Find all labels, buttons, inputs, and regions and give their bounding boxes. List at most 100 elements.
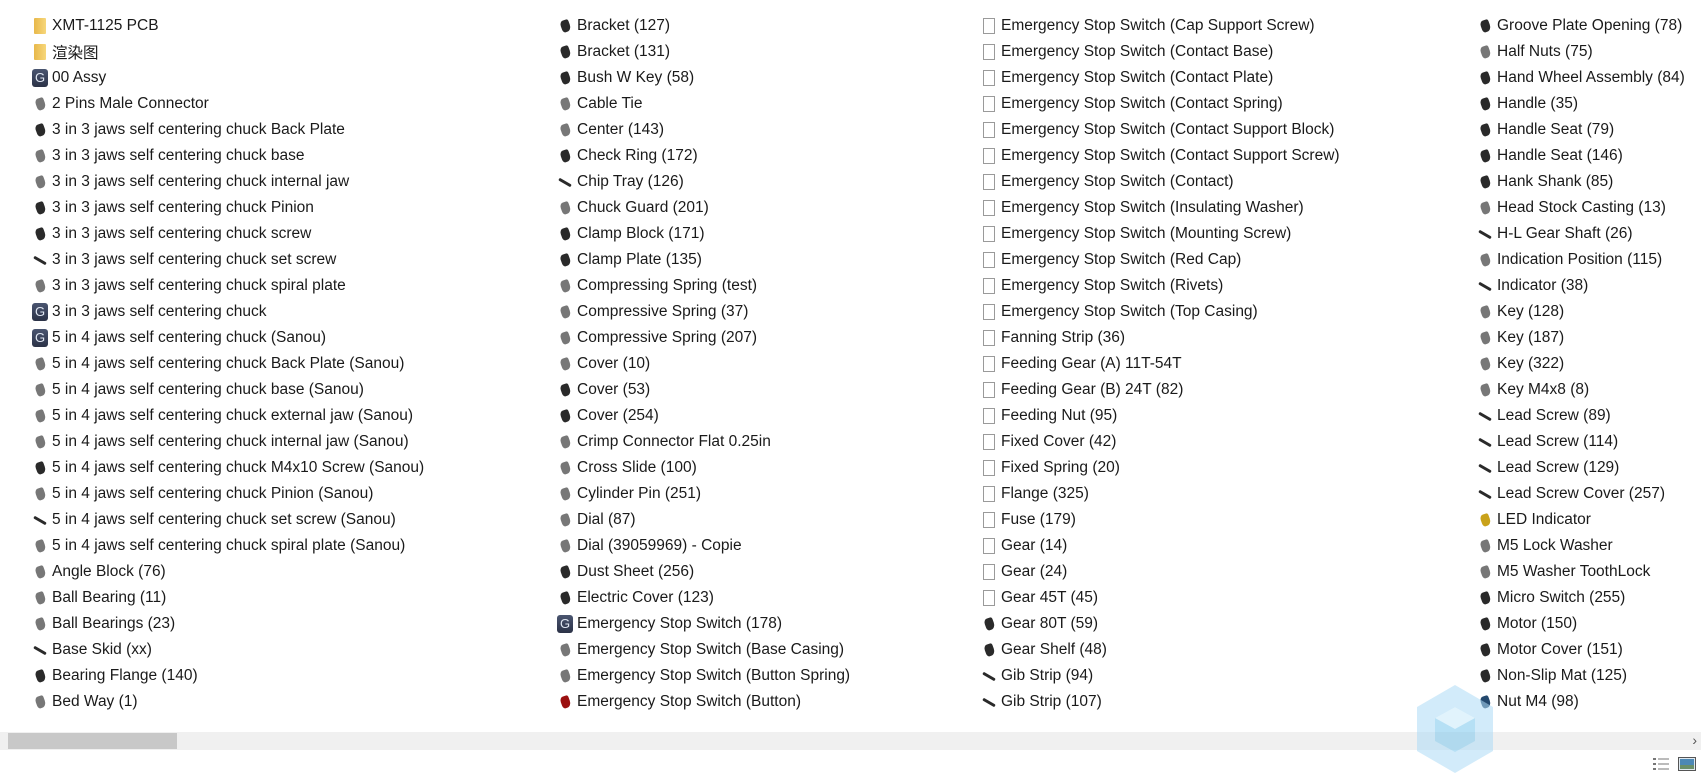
file-item[interactable]: Bracket (131) [557, 39, 850, 65]
file-item[interactable]: Gear Shelf (48) [981, 637, 1340, 663]
file-item[interactable]: Emergency Stop Switch (Rivets) [981, 273, 1340, 299]
file-item[interactable]: 3 in 3 jaws self centering chuck base [32, 143, 424, 169]
file-item[interactable]: Crimp Connector Flat 0.25in [557, 429, 850, 455]
file-item[interactable]: Half Nuts (75) [1477, 39, 1685, 65]
file-item[interactable]: Emergency Stop Switch (Base Casing) [557, 637, 850, 663]
file-item[interactable]: G Emergency Stop Switch (178) [557, 611, 850, 637]
file-item[interactable]: 渲染图 [32, 39, 424, 65]
file-item[interactable]: Nut M4 (98) [1477, 689, 1685, 715]
file-item[interactable]: Ball Bearing (11) [32, 585, 424, 611]
large-icons-view-icon[interactable] [1678, 756, 1696, 772]
file-item[interactable]: Bracket (127) [557, 13, 850, 39]
file-item[interactable]: Emergency Stop Switch (Button Spring) [557, 663, 850, 689]
file-item[interactable]: Bush W Key (58) [557, 65, 850, 91]
file-item[interactable]: Key (187) [1477, 325, 1685, 351]
file-item[interactable]: Hank Shank (85) [1477, 169, 1685, 195]
file-item[interactable]: Key (322) [1477, 351, 1685, 377]
file-item[interactable]: Clamp Block (171) [557, 221, 850, 247]
file-item[interactable]: Motor Cover (151) [1477, 637, 1685, 663]
file-item[interactable]: Lead Screw (89) [1477, 403, 1685, 429]
scroll-right-arrow-icon[interactable]: › [1692, 732, 1697, 748]
file-item[interactable]: M5 Lock Washer [1477, 533, 1685, 559]
file-item[interactable]: Lead Screw (114) [1477, 429, 1685, 455]
file-item[interactable]: Groove Plate Opening (78) [1477, 13, 1685, 39]
file-item[interactable]: Dial (87) [557, 507, 850, 533]
file-item[interactable]: Key M4x8 (8) [1477, 377, 1685, 403]
file-item[interactable]: 5 in 4 jaws self centering chuck base (S… [32, 377, 424, 403]
file-item[interactable]: Gear (14) [981, 533, 1340, 559]
scrollbar-thumb[interactable] [8, 733, 177, 749]
file-item[interactable]: XMT-1125 PCB [32, 13, 424, 39]
file-item[interactable]: 5 in 4 jaws self centering chuck Pinion … [32, 481, 424, 507]
file-item[interactable]: Gear 45T (45) [981, 585, 1340, 611]
file-item[interactable]: Emergency Stop Switch (Top Casing) [981, 299, 1340, 325]
file-item[interactable]: Cover (53) [557, 377, 850, 403]
file-item[interactable]: Flange (325) [981, 481, 1340, 507]
file-item[interactable]: Cable Tie [557, 91, 850, 117]
file-item[interactable]: Non-Slip Mat (125) [1477, 663, 1685, 689]
file-item[interactable]: Micro Switch (255) [1477, 585, 1685, 611]
file-item[interactable]: 5 in 4 jaws self centering chuck M4x10 S… [32, 455, 424, 481]
file-item[interactable]: Compressive Spring (37) [557, 299, 850, 325]
file-item[interactable]: Dust Sheet (256) [557, 559, 850, 585]
file-item[interactable]: G5 in 4 jaws self centering chuck (Sanou… [32, 325, 424, 351]
file-item[interactable]: Bed Way (1) [32, 689, 424, 715]
file-item[interactable]: Head Stock Casting (13) [1477, 195, 1685, 221]
file-item[interactable]: Gear 80T (59) [981, 611, 1340, 637]
file-item[interactable]: Emergency Stop Switch (Cap Support Screw… [981, 13, 1340, 39]
file-item[interactable]: Emergency Stop Switch (Insulating Washer… [981, 195, 1340, 221]
file-item[interactable]: Bearing Flange (140) [32, 663, 424, 689]
file-item[interactable]: Handle (35) [1477, 91, 1685, 117]
file-item[interactable]: Emergency Stop Switch (Contact) [981, 169, 1340, 195]
file-item[interactable]: Fuse (179) [981, 507, 1340, 533]
file-item[interactable]: 3 in 3 jaws self centering chuck interna… [32, 169, 424, 195]
file-item[interactable]: Emergency Stop Switch (Contact Base) [981, 39, 1340, 65]
file-item[interactable]: 5 in 4 jaws self centering chuck externa… [32, 403, 424, 429]
file-item[interactable]: Gib Strip (94) [981, 663, 1340, 689]
file-item[interactable]: 5 in 4 jaws self centering chuck spiral … [32, 533, 424, 559]
file-item[interactable]: Lead Screw (129) [1477, 455, 1685, 481]
file-item[interactable]: Fanning Strip (36) [981, 325, 1340, 351]
file-item[interactable]: Fixed Spring (20) [981, 455, 1340, 481]
file-item[interactable]: Feeding Gear (B) 24T (82) [981, 377, 1340, 403]
file-item[interactable]: 3 in 3 jaws self centering chuck spiral … [32, 273, 424, 299]
file-item[interactable]: Cover (254) [557, 403, 850, 429]
file-item[interactable]: Emergency Stop Switch (Contact Spring) [981, 91, 1340, 117]
file-item[interactable]: Emergency Stop Switch (Mounting Screw) [981, 221, 1340, 247]
file-item[interactable]: Electric Cover (123) [557, 585, 850, 611]
file-item[interactable]: 5 in 4 jaws self centering chuck Back Pl… [32, 351, 424, 377]
file-item[interactable]: Handle Seat (146) [1477, 143, 1685, 169]
file-item[interactable]: 5 in 4 jaws self centering chuck set scr… [32, 507, 424, 533]
file-item[interactable]: Feeding Gear (A) 11T-54T [981, 351, 1340, 377]
details-view-icon[interactable] [1652, 756, 1670, 772]
file-item[interactable]: Emergency Stop Switch (Red Cap) [981, 247, 1340, 273]
file-item[interactable]: Chuck Guard (201) [557, 195, 850, 221]
file-item[interactable]: 3 in 3 jaws self centering chuck set scr… [32, 247, 424, 273]
file-item[interactable]: Indication Position (115) [1477, 247, 1685, 273]
file-item[interactable]: Fixed Cover (42) [981, 429, 1340, 455]
file-item[interactable]: Hand Wheel Assembly (84) [1477, 65, 1685, 91]
file-item[interactable]: Dial (39059969) - Copie [557, 533, 850, 559]
file-item[interactable]: 2 Pins Male Connector [32, 91, 424, 117]
file-item[interactable]: Clamp Plate (135) [557, 247, 850, 273]
file-item[interactable]: Cover (10) [557, 351, 850, 377]
file-item[interactable]: 3 in 3 jaws self centering chuck Back Pl… [32, 117, 424, 143]
file-item[interactable]: Chip Tray (126) [557, 169, 850, 195]
file-item[interactable]: Motor (150) [1477, 611, 1685, 637]
file-item[interactable]: LED Indicator [1477, 507, 1685, 533]
file-item[interactable]: Angle Block (76) [32, 559, 424, 585]
file-item[interactable]: Feeding Nut (95) [981, 403, 1340, 429]
file-item[interactable]: Cylinder Pin (251) [557, 481, 850, 507]
file-item[interactable]: Compressive Spring (207) [557, 325, 850, 351]
file-item[interactable]: Emergency Stop Switch (Contact Plate) [981, 65, 1340, 91]
file-item[interactable]: 3 in 3 jaws self centering chuck screw [32, 221, 424, 247]
file-item[interactable]: Base Skid (xx) [32, 637, 424, 663]
file-item[interactable]: G 00 Assy [32, 65, 424, 91]
file-item[interactable]: 3 in 3 jaws self centering chuck Pinion [32, 195, 424, 221]
file-item[interactable]: Center (143) [557, 117, 850, 143]
file-item[interactable]: Lead Screw Cover (257) [1477, 481, 1685, 507]
file-item[interactable]: 5 in 4 jaws self centering chuck interna… [32, 429, 424, 455]
file-item[interactable]: Indicator (38) [1477, 273, 1685, 299]
file-item[interactable]: Cross Slide (100) [557, 455, 850, 481]
file-item[interactable]: H-L Gear Shaft (26) [1477, 221, 1685, 247]
